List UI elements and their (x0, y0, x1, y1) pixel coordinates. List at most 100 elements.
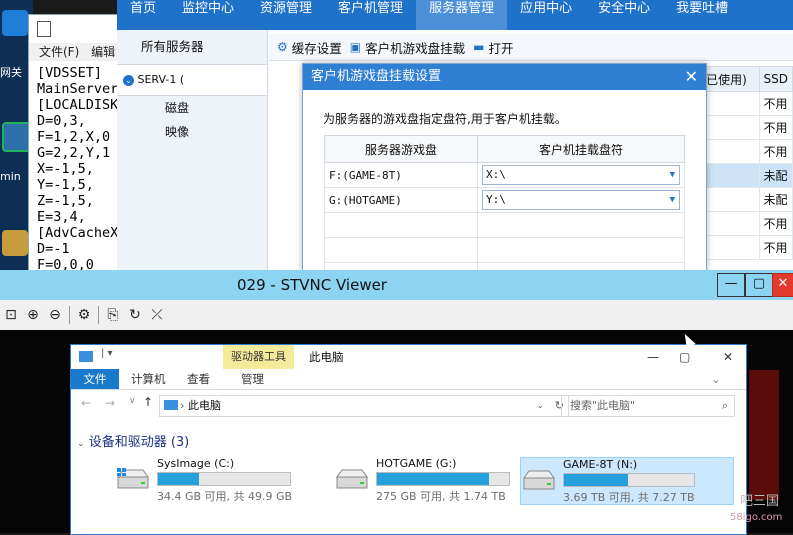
nav-item[interactable]: 监控中心 (169, 0, 247, 30)
explorer-titlebar: | ▾ 驱动器工具 此电脑 — ▢ ✕ (71, 345, 746, 369)
drive-usage-bar (376, 472, 510, 486)
up-icon[interactable]: ↑ (143, 395, 153, 409)
open-button[interactable]: ▬ 打开 (473, 38, 513, 57)
chevron-down-icon[interactable]: ▼ (670, 191, 675, 209)
drive-usage-bar (563, 473, 695, 487)
dropdown-icon[interactable]: ⌄ (536, 396, 544, 416)
cache-settings-button[interactable]: ⚙ 缓存设置 (277, 38, 342, 57)
notepad-line: Y=-1,5, (37, 177, 94, 193)
server-disk-cell: F:(GAME-8T) (324, 162, 478, 188)
menu-file[interactable]: 文件(F) (39, 45, 79, 59)
vnc-titlebar: 029 - STVNC Viewer — ▢ ✕ (0, 270, 793, 300)
drive-capacity: 275 GB 可用, 共 1.74 TB (376, 490, 506, 503)
info-icon[interactable]: ⎘ (102, 304, 124, 326)
collapse-icon[interactable]: ⌄ (123, 74, 134, 86)
forward-icon[interactable]: → (105, 396, 115, 410)
computer-icon (79, 351, 93, 362)
search-input[interactable]: 搜索"此电脑" ⌕ (561, 395, 735, 417)
zoom-out-icon[interactable]: ⊖ (44, 304, 66, 326)
tab-file[interactable]: 文件 (71, 369, 119, 389)
tab-view[interactable]: 查看 (187, 369, 210, 389)
nav-item[interactable]: 资源管理 (247, 0, 325, 30)
disconnect-icon[interactable]: ⤫ (146, 304, 168, 326)
sidebar-item-disk[interactable]: 磁盘 (117, 96, 267, 120)
close-icon[interactable]: ✕ (685, 64, 698, 90)
explorer-window: | ▾ 驱动器工具 此电脑 — ▢ ✕ 文件 计算机 查看 管理 ⌄ ← → ∨… (70, 344, 747, 535)
close-button[interactable]: ✕ (772, 273, 793, 297)
sidebar-all-servers[interactable]: 所有服务器 (117, 30, 267, 65)
notepad-window: 文件(F) 编辑 [VDSSET] MainServerV [LOCALDISK D=… (28, 14, 126, 276)
disk-icon: ▣ (349, 40, 362, 54)
ssd-cell: 不用 (758, 139, 793, 164)
back-icon[interactable]: ← (81, 396, 91, 410)
close-icon[interactable]: ✕ (723, 345, 733, 369)
empty-row (324, 212, 685, 238)
notepad-text[interactable]: [VDSSET] MainServerV [LOCALDISK D=0,3, F=1,2… (29, 61, 126, 273)
letter-select[interactable]: X:\ ▼ (482, 165, 680, 185)
server-disk-cell: G:(HOTGAME) (324, 187, 478, 213)
ssd-cell: 未配 (758, 187, 793, 212)
mount-button[interactable]: ▣ 客户机游戏盘挂载 (350, 38, 465, 57)
client-letter-cell: X:\ ▼ (477, 162, 685, 188)
ssd-cell: 不用 (758, 235, 793, 260)
grid-header[interactable]: SSD (758, 66, 793, 92)
zoom-in-icon[interactable]: ⊕ (22, 304, 44, 326)
folder-icon: ▬ (473, 40, 485, 54)
chevron-down-icon[interactable]: ▼ (670, 166, 675, 184)
menu-edit[interactable]: 编辑 (91, 45, 115, 59)
notepad-menu: 文件(F) 编辑 (29, 43, 125, 61)
col-server-disk: 服务器游戏盘 (324, 135, 478, 163)
drive-item[interactable]: GAME-8T (N:) 3.69 TB 可用, 共 7.27 TB (520, 457, 734, 505)
tool-icon[interactable] (2, 230, 28, 256)
search-icon: ⌕ (721, 399, 728, 412)
drive-icon (523, 470, 555, 490)
drive-capacity: 3.69 TB 可用, 共 7.27 TB (563, 491, 695, 504)
tab-manage[interactable]: 管理 (241, 369, 264, 389)
recent-icon[interactable]: ∨ (129, 396, 136, 406)
drive-name: HOTGAME (G:) (376, 457, 457, 470)
ssd-cell: 不用 (758, 211, 793, 236)
nav-item[interactable]: 客户机管理 (325, 0, 416, 30)
chevron-down-icon[interactable]: ⌄ (711, 369, 721, 389)
letter-select[interactable]: Y:\ ▼ (482, 190, 680, 210)
desktop-label: 网关 (0, 66, 22, 79)
devices-section-header[interactable]: ⌄ 设备和驱动器 (3) (77, 431, 189, 450)
drive-item[interactable]: SysImage (C:) 34.4 GB 可用, 共 49.9 GB (115, 457, 315, 503)
sidebar-server[interactable]: ⌄ SERV-1 ( (117, 65, 267, 96)
client-letter-cell: Y:\ ▼ (477, 187, 685, 213)
notepad-line: [AdvCacheX (37, 225, 119, 241)
quick-access-icon[interactable]: | ▾ (101, 348, 113, 359)
mount-label: 客户机游戏盘挂载 (365, 40, 466, 56)
app-shortcut-icon[interactable] (2, 10, 28, 36)
notepad-line: D=-1 (37, 241, 70, 257)
drive-usage-fill (564, 474, 628, 486)
nav-item[interactable]: 安全中心 (585, 0, 663, 30)
refresh-icon[interactable]: ↻ (124, 304, 146, 326)
drive-icon (117, 468, 149, 489)
desktop-label: min (0, 170, 21, 183)
address-row: ← → ∨ ↑ › 此电脑 ⌄ ↻ 搜索"此电脑" ⌕ (71, 390, 746, 420)
drive-item[interactable]: HOTGAME (G:) 275 GB 可用, 共 1.74 TB (334, 457, 534, 503)
notepad-line: [LOCALDISK (37, 97, 119, 113)
sidebar-item-image[interactable]: 映像 (117, 120, 267, 144)
options-icon[interactable]: ⚙ (73, 304, 95, 326)
ssd-cell: 不用 (758, 115, 793, 140)
vnc-toolbar: ⊡ ⊕ ⊖ ⚙ ⎘ ↻ ⤫ (0, 300, 793, 330)
toolbar: ⚙ 缓存设置 ▣ 客户机游戏盘挂载 ▬ 打开 (269, 34, 793, 61)
mount-dialog: 客户机游戏盘挂载设置 ✕ 为服务器的游戏盘指定盘符,用于客户机挂载。 服务器游戏… (302, 63, 707, 288)
maximize-button[interactable]: ▢ (745, 273, 773, 297)
minimize-icon[interactable]: — (647, 345, 659, 369)
col-client-letter: 客户机挂载盘符 (477, 135, 685, 163)
nav-item[interactable]: 应用中心 (507, 0, 585, 30)
ssd-cell: 未配 (758, 163, 793, 188)
maximize-icon[interactable]: ▢ (679, 345, 690, 369)
fit-icon[interactable]: ⊡ (0, 304, 22, 326)
minimize-button[interactable]: — (717, 273, 745, 297)
nav-item[interactable]: 服务器管理 (416, 0, 508, 30)
nav-item[interactable]: 首页 (117, 0, 169, 30)
nav-item[interactable]: 我要吐槽 (663, 0, 741, 30)
tab-computer[interactable]: 计算机 (131, 369, 166, 389)
address-bar[interactable]: › 此电脑 ⌄ ↻ (159, 395, 569, 417)
drive-capacity: 34.4 GB 可用, 共 49.9 GB (157, 490, 293, 503)
notepad-line: G=2,2,Y,1 (37, 145, 111, 161)
